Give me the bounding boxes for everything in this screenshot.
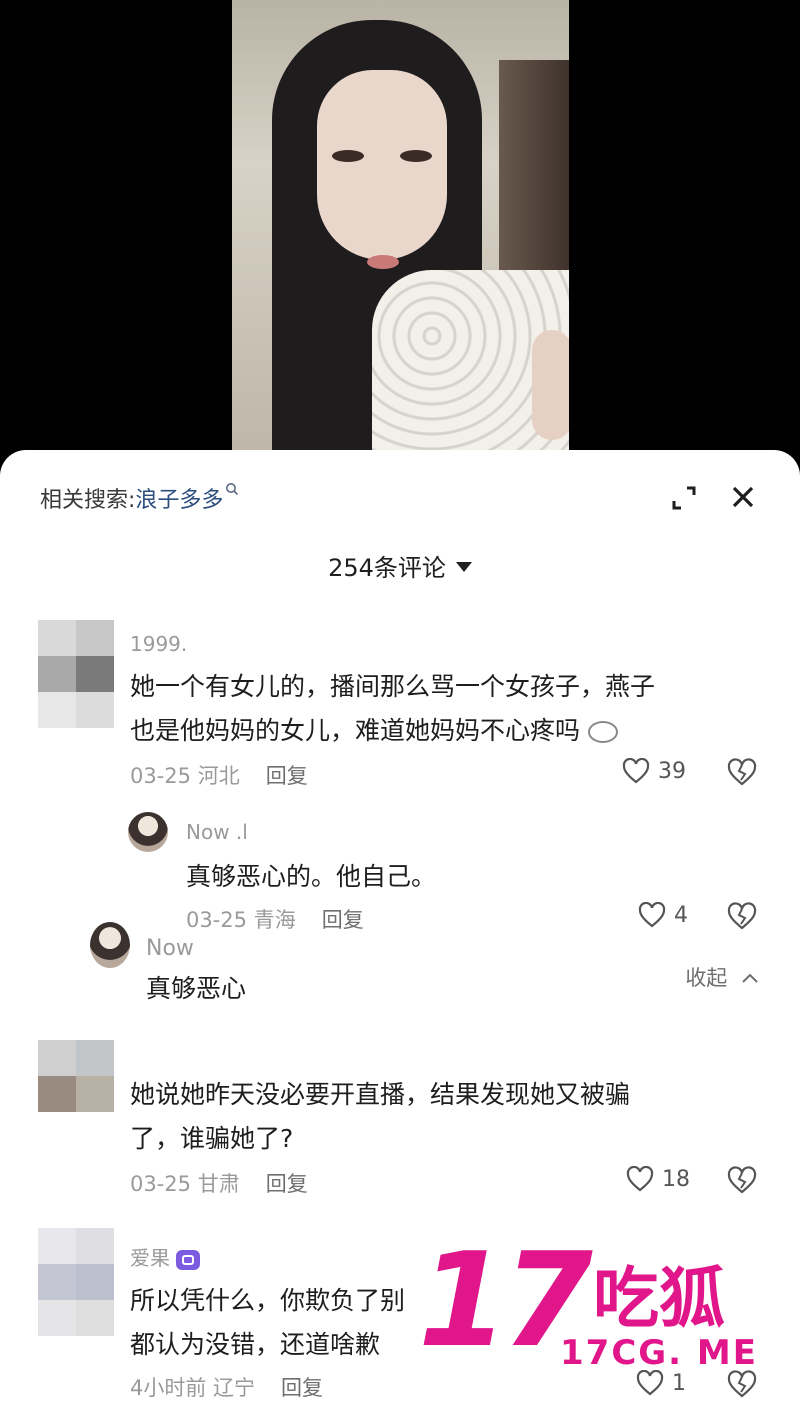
dislike-heart-icon	[727, 1166, 757, 1194]
reply-username[interactable]: Now	[146, 936, 194, 961]
reply-username[interactable]: Now .l	[186, 820, 248, 844]
comment-text-line: 也是他妈妈的女儿，难道她妈妈不心疼吗	[130, 716, 581, 745]
reply-meta: 03-25 青海 回复	[186, 904, 364, 934]
dislike-heart-icon	[727, 758, 757, 786]
emoji-icon	[587, 721, 618, 743]
like-button[interactable]: 1	[636, 1370, 686, 1396]
expand-icon[interactable]	[668, 482, 700, 514]
reply-text: 真够恶心的。他自己。	[186, 862, 437, 891]
video-player[interactable]	[232, 0, 569, 470]
comment-meta: 03-25 河北 回复	[130, 760, 308, 790]
dislike-button[interactable]	[726, 902, 758, 930]
comment-date-location: 03-25 河北	[130, 764, 240, 788]
badge-icon	[176, 1249, 200, 1270]
reply-date-location: 03-25 青海	[186, 908, 296, 932]
video-person-face	[317, 70, 447, 260]
like-button[interactable]: 4	[638, 902, 688, 928]
avatar[interactable]	[38, 1040, 114, 1112]
reply-button[interactable]: 回复	[322, 908, 364, 932]
video-person-hand	[532, 330, 569, 440]
caret-down-icon	[455, 562, 472, 572]
video-person-eye	[332, 150, 364, 162]
comment-text: 都认为没错，还道啥歉	[130, 1330, 381, 1359]
video-person-mouth	[367, 255, 399, 269]
heart-icon	[636, 1370, 664, 1396]
comment-sheet: 相关搜索:浪子多多 254条评论 1999. 她一个有女儿的，播间那么骂一个女孩…	[0, 450, 800, 1403]
comment-username[interactable]: 爱果	[130, 1242, 200, 1271]
dislike-button[interactable]	[726, 1370, 758, 1398]
comment-username-text: 爱果	[130, 1246, 170, 1270]
dislike-button[interactable]	[726, 1166, 758, 1194]
avatar[interactable]	[38, 1228, 114, 1336]
comment-sheet-header: 相关搜索:浪子多多	[40, 480, 760, 520]
like-button[interactable]: 39	[622, 758, 686, 784]
comment-text: 她说她昨天没必要开直播，结果发现她又被骗	[130, 1080, 631, 1109]
chevron-up-icon	[742, 973, 758, 983]
like-count: 4	[674, 902, 688, 928]
related-search-label: 相关搜索:	[40, 488, 136, 513]
comment-date-location: 4小时前 辽宁	[130, 1376, 256, 1400]
reply-button[interactable]: 回复	[281, 1376, 323, 1400]
like-count: 39	[658, 758, 686, 784]
close-icon[interactable]	[726, 480, 760, 514]
comment-text: 也是他妈妈的女儿，难道她妈妈不心疼吗	[130, 710, 618, 752]
like-count: 1	[672, 1370, 686, 1396]
related-search[interactable]: 相关搜索:浪子多多	[40, 482, 239, 514]
heart-icon	[626, 1166, 654, 1192]
heart-icon	[638, 902, 666, 928]
comment-meta: 4小时前 辽宁 回复	[130, 1372, 323, 1402]
comment-text: 所以凭什么，你欺负了别	[130, 1286, 406, 1315]
comment-text: 了，谁骗她了?	[130, 1124, 294, 1153]
reply-button[interactable]: 回复	[266, 764, 308, 788]
dislike-button[interactable]	[726, 758, 758, 786]
dislike-heart-icon	[727, 902, 757, 930]
collapse-label: 收起	[685, 966, 728, 990]
comment-meta: 03-25 甘肃 回复	[130, 1168, 308, 1198]
search-icon	[225, 482, 239, 500]
avatar[interactable]	[128, 812, 168, 852]
avatar[interactable]	[90, 922, 130, 968]
dislike-heart-icon	[727, 1370, 757, 1398]
video-person-eye	[400, 150, 432, 162]
collapse-button[interactable]: 收起	[685, 962, 760, 992]
comment-text: 她一个有女儿的，播间那么骂一个女孩子，燕子	[130, 672, 656, 701]
heart-icon	[622, 758, 650, 784]
like-button[interactable]: 18	[626, 1166, 690, 1192]
reply-text: 真够恶心	[146, 974, 247, 1003]
like-count: 18	[662, 1166, 690, 1192]
comment-date-location: 03-25 甘肃	[130, 1172, 240, 1196]
comment-count-label: 254条评论	[328, 554, 446, 582]
avatar[interactable]	[38, 620, 114, 728]
comment-username[interactable]: 1999.	[130, 632, 187, 656]
reply-button[interactable]: 回复	[266, 1172, 308, 1196]
related-search-term[interactable]: 浪子多多	[135, 488, 223, 513]
comment-count[interactable]: 254条评论	[0, 548, 800, 583]
